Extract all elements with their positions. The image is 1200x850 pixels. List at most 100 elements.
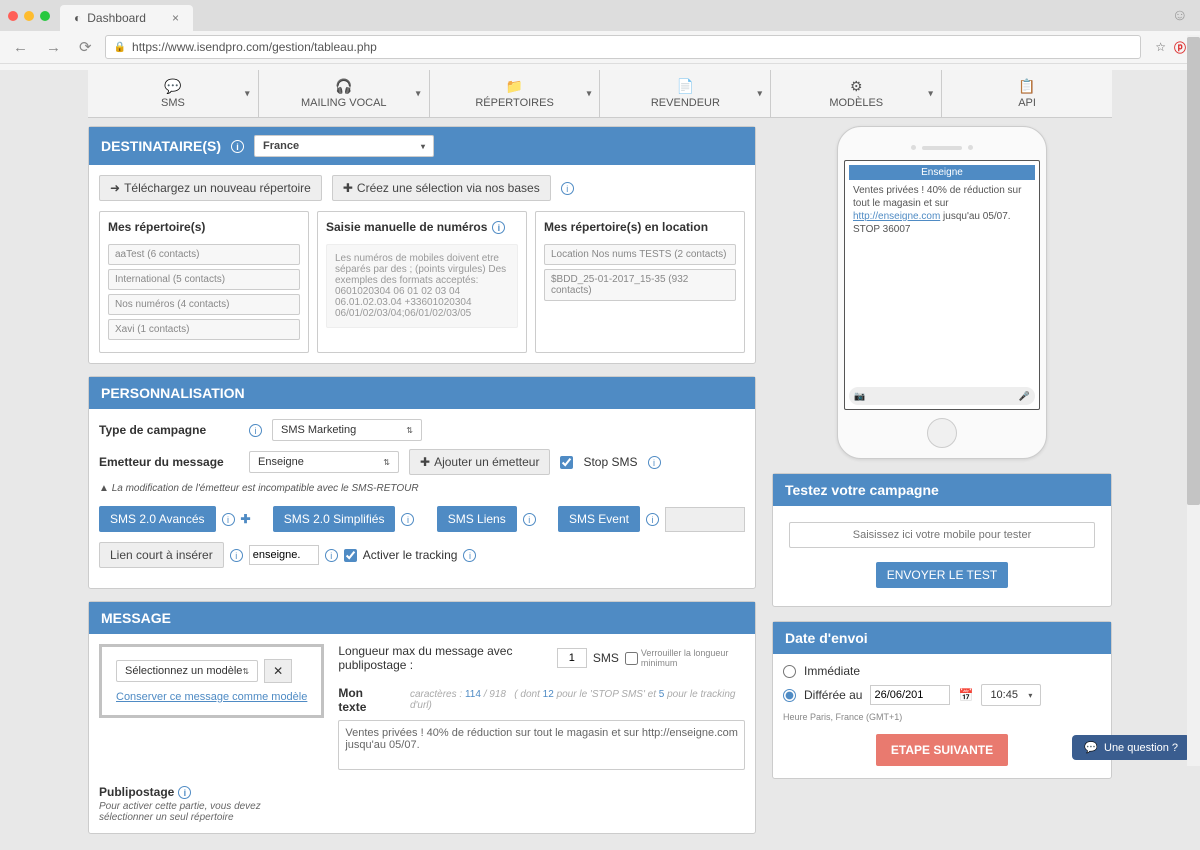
next-step-button[interactable]: ETAPE SUIVANTE <box>876 734 1008 766</box>
length-input[interactable] <box>557 648 587 668</box>
preview-link: http://enseigne.com <box>853 211 940 222</box>
page-scrollbar[interactable] <box>1187 35 1200 766</box>
type-campagne-select[interactable]: SMS Marketing ⇅ <box>272 419 422 441</box>
chat-icon: 💬 <box>1084 741 1098 754</box>
browser-tab[interactable]: ◐ Dashboard × <box>60 5 193 31</box>
location-item[interactable]: Location Nos nums TESTS (2 contacts) <box>544 244 736 265</box>
stop-sms-label: Stop SMS <box>583 455 637 469</box>
back-icon[interactable]: ← <box>8 37 33 58</box>
date-input[interactable] <box>870 685 950 705</box>
nav-modeles[interactable]: ⚙ MODÈLES ▾ <box>771 70 942 117</box>
add-emitter-button[interactable]: ✚ Ajouter un émetteur <box>409 449 550 475</box>
publipostage-label: Publipostage <box>99 785 174 799</box>
preview-sender: Enseigne <box>849 165 1035 180</box>
info-icon[interactable]: i <box>178 786 191 799</box>
sms-liens-button[interactable]: SMS Liens <box>437 506 517 532</box>
test-mobile-input[interactable] <box>789 522 1095 548</box>
bookmark-star-icon[interactable]: ☆ <box>1155 40 1166 54</box>
calendar-icon[interactable]: 📅 <box>958 688 973 702</box>
warning-text: La modification de l'émetteur est incomp… <box>112 483 419 494</box>
nav-sms[interactable]: 💬 SMS ▾ <box>88 70 259 117</box>
sms20-advanced-button[interactable]: SMS 2.0 Avancés <box>99 506 216 532</box>
reload-icon[interactable]: ⟳ <box>74 36 97 58</box>
tab-close-icon[interactable]: × <box>172 11 179 25</box>
info-icon[interactable]: i <box>230 549 243 562</box>
sms-event-input[interactable] <box>665 507 745 532</box>
immediate-radio[interactable] <box>783 665 796 678</box>
col-title: Saisie manuelle de numéros <box>326 220 487 234</box>
send-test-button[interactable]: ENVOYER LE TEST <box>876 562 1008 588</box>
create-selection-button[interactable]: ✚ Créez une sélection via nos bases <box>332 175 551 201</box>
upload-repertoire-button[interactable]: ➜ Téléchargez un nouveau répertoire <box>99 175 322 201</box>
preview-message: Ventes privées ! 40% de réduction sur to… <box>849 180 1035 240</box>
sms20-simple-button[interactable]: SMS 2.0 Simplifiés <box>273 506 396 532</box>
info-icon[interactable]: i <box>249 424 262 437</box>
forward-icon[interactable]: → <box>41 37 66 58</box>
info-icon[interactable]: i <box>646 513 659 526</box>
panel-title: Testez votre campagne <box>785 482 939 498</box>
pinterest-icon[interactable]: ⓟ <box>1174 39 1186 56</box>
panel-date-envoi: Date d'envoi Immédiate Différée au 📅 10:… <box>772 621 1112 779</box>
info-icon[interactable]: i <box>492 221 505 234</box>
short-url-input[interactable] <box>249 545 319 565</box>
length-label: Longueur max du message avec publipostag… <box>338 644 551 672</box>
emetteur-select[interactable]: Enseigne ⇅ <box>249 451 399 473</box>
repertoire-item[interactable]: Nos numéros (4 contacts) <box>108 294 300 315</box>
info-icon[interactable]: i <box>231 140 244 153</box>
chrome-user-icon[interactable]: ☺ <box>1172 7 1188 30</box>
plus-icon[interactable]: ✚ <box>241 512 251 526</box>
location-item[interactable]: $BDD_25-01-2017_15-35 (932 contacts) <box>544 269 736 301</box>
phone-camera-icon <box>911 145 916 150</box>
model-selector-box: Sélectionnez un modèle ⇅ ✕ Conserver ce … <box>99 644 324 718</box>
message-textarea[interactable] <box>338 720 745 770</box>
url-field[interactable]: 🔒 https://www.isendpro.com/gestion/table… <box>105 35 1142 59</box>
gear-icon: ⚙ <box>775 78 937 95</box>
repertoire-item[interactable]: International (5 contacts) <box>108 269 300 290</box>
publipostage-note: Pour activer cette partie, vous devez sé… <box>99 801 309 823</box>
nav-revendeur[interactable]: 📄 REVENDEUR ▾ <box>600 70 771 117</box>
repertoire-item[interactable]: aaTest (6 contacts) <box>108 244 300 265</box>
nav-repertoires[interactable]: 📁 RÉPERTOIRES ▾ <box>430 70 601 117</box>
info-icon[interactable]: i <box>523 513 536 526</box>
help-bubble[interactable]: 💬 Une question ? <box>1072 735 1190 760</box>
panel-title: MESSAGE <box>101 610 171 626</box>
country-select[interactable]: France ▾ <box>254 135 434 157</box>
folder-icon: 📁 <box>434 78 596 95</box>
tracking-checkbox[interactable] <box>344 549 357 562</box>
headset-icon: 🎧 <box>263 78 425 95</box>
col-title: Mes répertoire(s) en location <box>544 220 736 234</box>
browser-chrome: ◐ Dashboard × ☺ ← → ⟳ 🔒 https://www.isen… <box>0 0 1200 64</box>
repertoire-item[interactable]: Xavi (1 contacts) <box>108 319 300 340</box>
mac-close[interactable] <box>8 11 18 21</box>
phone-home-button <box>927 418 957 448</box>
col-title: Mes répertoire(s) <box>108 220 300 234</box>
panel-title: PERSONNALISATION <box>101 385 245 401</box>
length-unit: SMS <box>593 651 619 665</box>
save-as-model-link[interactable]: Conserver ce message comme modèle <box>116 691 307 703</box>
info-icon[interactable]: i <box>222 513 235 526</box>
panel-destinataires: DESTINATAIRE(S) i France ▾ ➜ Téléchargez… <box>88 126 756 364</box>
model-select[interactable]: Sélectionnez un modèle ⇅ <box>116 660 258 682</box>
info-icon[interactable]: i <box>401 513 414 526</box>
scrollbar-thumb[interactable] <box>1187 37 1200 505</box>
info-icon[interactable]: i <box>648 456 661 469</box>
time-select[interactable]: 10:45 ▾ <box>981 684 1041 706</box>
camera-icon: 📷 <box>854 391 865 402</box>
nav-api[interactable]: 📋 API <box>942 70 1112 117</box>
mac-window-buttons <box>8 11 50 26</box>
info-icon[interactable]: i <box>463 549 476 562</box>
lock-min-length-checkbox[interactable] <box>625 652 638 665</box>
deferred-radio[interactable] <box>783 689 796 702</box>
model-remove-button[interactable]: ✕ <box>264 659 292 683</box>
info-icon[interactable]: i <box>561 182 574 195</box>
plus-icon: ✚ <box>420 455 430 469</box>
numbers-help-text: Les numéros de mobiles doivent etre sépa… <box>326 244 518 328</box>
mac-zoom[interactable] <box>40 11 50 21</box>
mac-minimize[interactable] <box>24 11 34 21</box>
sms-event-button[interactable]: SMS Event <box>558 506 640 532</box>
saisie-manuelle-col: Saisie manuelle de numéros i Les numéros… <box>317 211 527 353</box>
stop-sms-checkbox[interactable] <box>560 456 573 469</box>
url-text: https://www.isendpro.com/gestion/tableau… <box>132 40 377 54</box>
info-icon[interactable]: i <box>325 549 338 562</box>
nav-mailing-vocal[interactable]: 🎧 MAILING VOCAL ▾ <box>259 70 430 117</box>
